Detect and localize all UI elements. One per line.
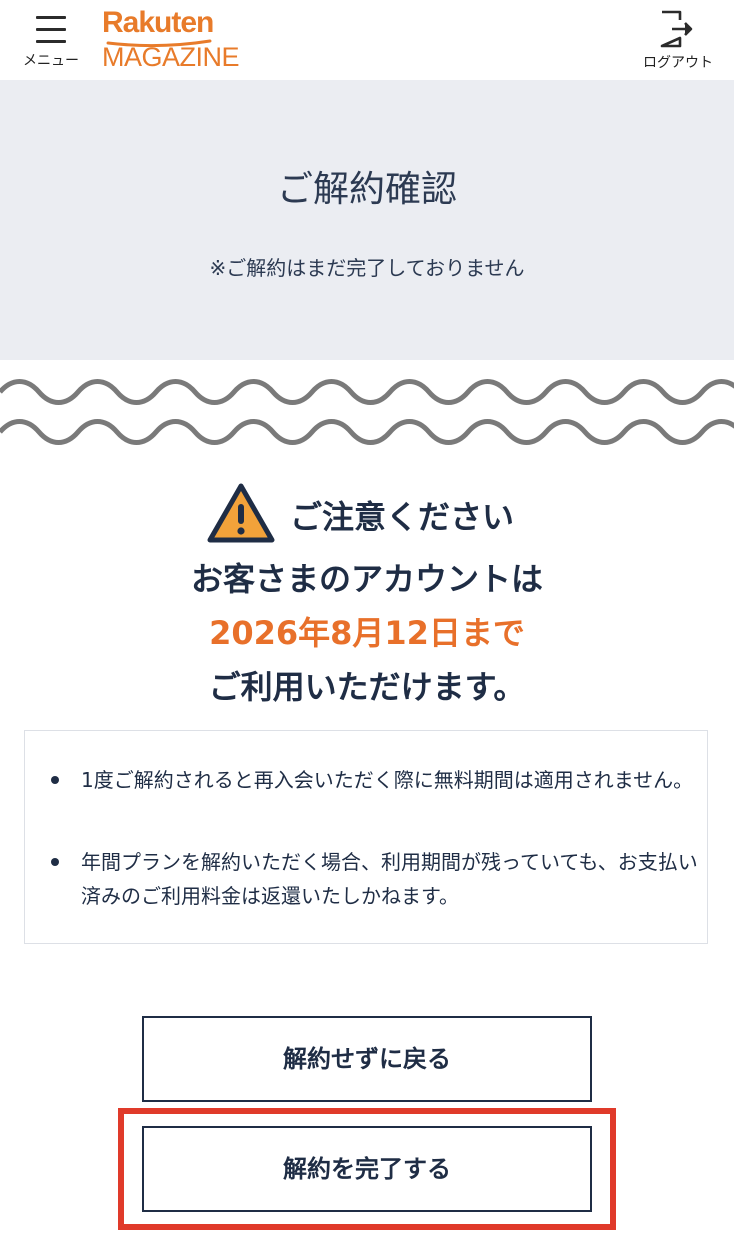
notice-title: ご注意ください: [290, 498, 515, 536]
logout-label: ログアウト: [643, 55, 713, 71]
notice-usable-text: ご利用いただけます。: [208, 668, 526, 706]
list-item: 1度ご解約されると再入会いただく際に無料期間は適用されません。: [51, 763, 701, 797]
logout-button[interactable]: ログアウト: [636, 8, 720, 74]
list-item-text: 1度ご解約されると再入会いただく際に無料期間は適用されません。: [81, 768, 694, 792]
list-item-text: 年間プランを解約いただく場合、利用期間が残っていても、お支払い済みのご利用料金は…: [81, 850, 698, 908]
hamburger-icon: [36, 16, 66, 44]
menu-button[interactable]: メニュー: [18, 10, 84, 72]
list-item: 年間プランを解約いただく場合、利用期間が残っていても、お支払い済みのご利用料金は…: [51, 845, 701, 913]
page-title: ご解約確認: [276, 169, 457, 210]
confirmation-banner: [0, 80, 734, 360]
notice-heading: ご注意ください: [0, 478, 734, 548]
rakuten-magazine-logo[interactable]: Rakuten MAGAZINE: [100, 6, 240, 74]
app-header: メニュー Rakuten MAGAZINE ログアウト: [0, 0, 734, 80]
warning-icon: [207, 483, 275, 543]
caution-info-box: 1度ご解約されると再入会いただく際に無料期間は適用されません。 年間プランを解約…: [24, 730, 708, 944]
notice-expiry-date: 2026年8月12日まで: [209, 614, 525, 652]
wave-divider: [0, 379, 734, 445]
logout-icon: [660, 10, 693, 48]
logo-rakuten-text: Rakuten: [102, 6, 214, 39]
bullet-icon: [51, 776, 59, 784]
complete-cancellation-button[interactable]: 解約を完了する: [142, 1126, 592, 1212]
return-without-cancel-button[interactable]: 解約せずに戻る: [142, 1016, 592, 1102]
logo-magazine-text: MAGAZINE: [102, 42, 240, 72]
cancellation-status-note: ※ご解約はまだ完了しておりません: [209, 256, 525, 280]
bullet-icon: [51, 858, 59, 866]
menu-label: メニュー: [23, 53, 79, 69]
notice-account-text: お客さまのアカウントは: [190, 560, 543, 598]
